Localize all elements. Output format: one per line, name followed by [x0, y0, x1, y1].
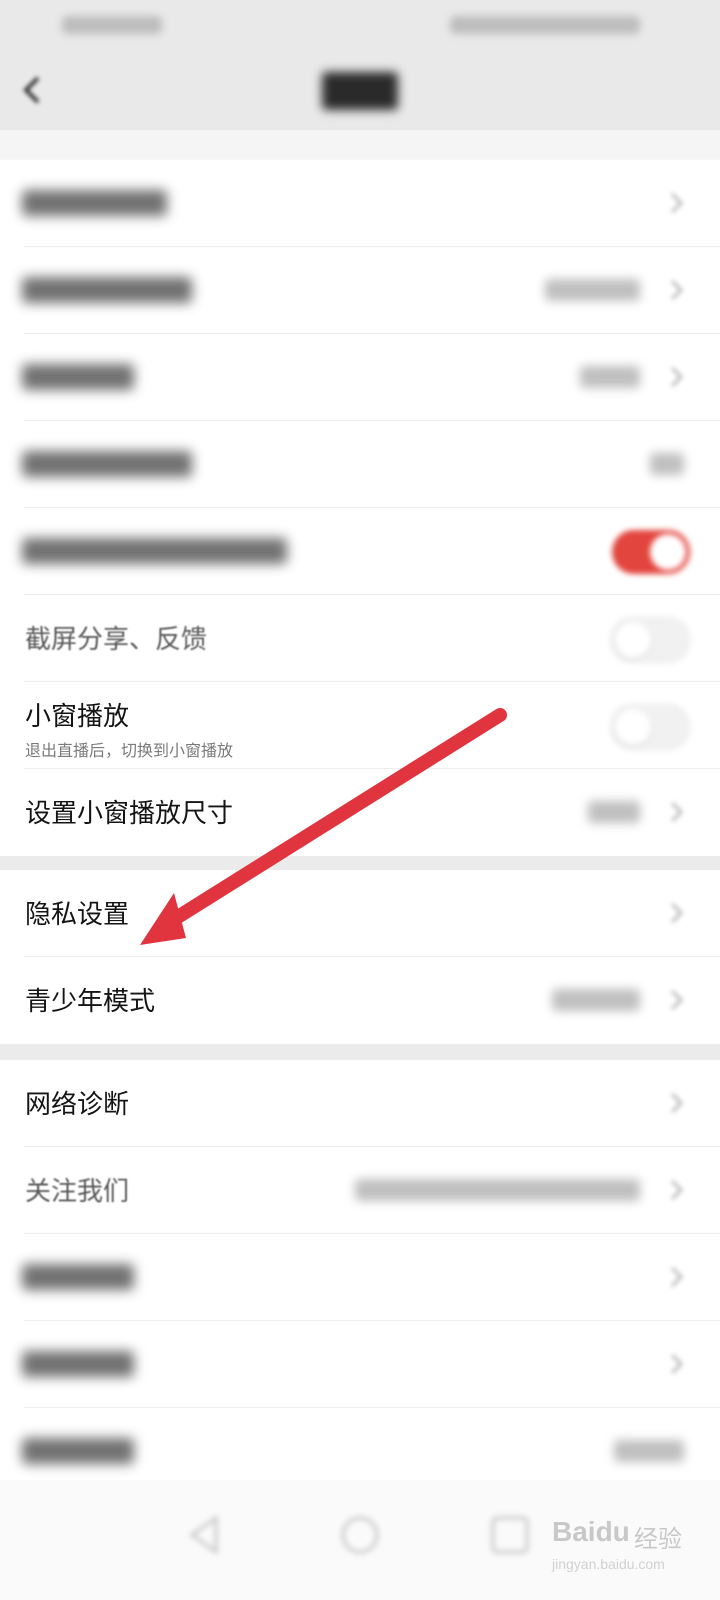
toggle-knob: [615, 709, 651, 745]
row-label: 截屏分享、反馈: [25, 625, 208, 655]
toggle-knob: [615, 622, 651, 658]
chevron-right-icon: [670, 279, 684, 301]
chevron-right-icon: [670, 902, 684, 924]
settings-row-network-diagnosis[interactable]: 网络诊断: [0, 1060, 720, 1147]
chevron-right-icon: [670, 1353, 684, 1375]
chevron-right-icon: [670, 192, 684, 214]
blurred-row-label: [22, 1438, 134, 1464]
back-arrow-icon[interactable]: [14, 72, 50, 108]
settings-row-5: [0, 508, 720, 595]
blurred-row-label: [22, 451, 192, 477]
settings-row-4[interactable]: [0, 421, 720, 508]
row-label: 小窗播放: [25, 702, 130, 732]
nav-recents-icon[interactable]: [485, 1510, 535, 1560]
row-label: 关注我们: [25, 1177, 130, 1207]
status-bar: [0, 0, 720, 50]
settings-row-13[interactable]: [0, 1321, 720, 1408]
blurred-row-value: [545, 279, 640, 301]
nav-home-icon[interactable]: [335, 1510, 385, 1560]
toggle-switch-off[interactable]: [610, 704, 690, 750]
toggle-knob: [650, 534, 686, 570]
blurred-row-value: [580, 366, 640, 388]
settings-row-screenshot-share: 截屏分享、反馈: [0, 595, 720, 682]
settings-row-3[interactable]: [0, 334, 720, 421]
signal-icon: [62, 16, 162, 34]
blurred-row-value: [588, 801, 640, 823]
watermark-url: jingyan.baidu.com: [552, 1556, 665, 1572]
blurred-row-label: [22, 190, 167, 216]
settings-row-youth-mode[interactable]: 青少年模式: [0, 957, 720, 1044]
watermark-text: 经验: [634, 1525, 682, 1553]
section-divider: [0, 856, 720, 870]
blurred-row-value: [552, 989, 640, 1011]
settings-row-follow-us[interactable]: 关注我们: [0, 1147, 720, 1234]
battery-icon: [450, 16, 640, 34]
section-divider: [0, 1044, 720, 1060]
settings-row-mini-window: 小窗播放 退出直播后，切换到小窗播放: [0, 682, 720, 769]
settings-row-1[interactable]: [0, 160, 720, 247]
nav-back-icon[interactable]: [180, 1510, 230, 1560]
blurred-row-value: [355, 1179, 640, 1201]
chevron-right-icon: [670, 989, 684, 1011]
chevron-right-icon: [670, 1266, 684, 1288]
settings-row-14[interactable]: [0, 1408, 720, 1480]
settings-row-2[interactable]: [0, 247, 720, 334]
settings-row-privacy[interactable]: 隐私设置: [0, 870, 720, 957]
settings-row-12[interactable]: [0, 1234, 720, 1321]
blurred-row-label: [22, 277, 192, 303]
settings-row-mini-window-size[interactable]: 设置小窗播放尺寸: [0, 769, 720, 856]
section-divider: [0, 130, 720, 158]
top-nav-bar: [0, 50, 720, 130]
watermark-brand: Baidu: [552, 1516, 630, 1547]
blurred-row-value: [614, 1440, 684, 1462]
row-sublabel: 退出直播后，切换到小窗播放: [25, 741, 234, 760]
row-label: 隐私设置: [25, 900, 130, 930]
baidu-jingyan-watermark: Baidu 经验 jingyan.baidu.com: [548, 1510, 708, 1580]
toggle-switch-on[interactable]: [612, 530, 690, 574]
row-label: 设置小窗播放尺寸: [25, 799, 234, 829]
row-label: 青少年模式: [25, 987, 156, 1017]
chevron-right-icon: [670, 366, 684, 388]
toggle-switch-off[interactable]: [610, 617, 690, 663]
blurred-row-label: [22, 1264, 134, 1290]
chevron-right-icon: [670, 1092, 684, 1114]
blurred-row-label: [22, 538, 287, 564]
chevron-right-icon: [670, 1179, 684, 1201]
blurred-row-value: [650, 453, 684, 475]
row-label: 网络诊断: [25, 1090, 130, 1120]
chevron-right-icon: [670, 801, 684, 823]
page-title: [322, 72, 398, 110]
blurred-row-label: [22, 364, 134, 390]
blurred-row-label: [22, 1351, 134, 1377]
